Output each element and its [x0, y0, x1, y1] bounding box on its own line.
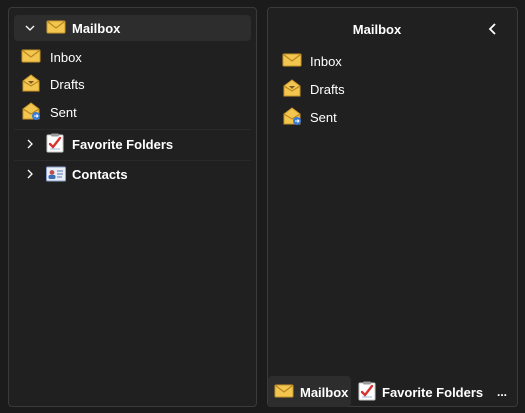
bottom-tab-mailbox[interactable]: Mailbox [268, 376, 351, 407]
pane-item-label: Drafts [310, 82, 345, 97]
envelope-icon [274, 383, 294, 399]
sent-envelope-icon [282, 106, 302, 126]
navigation-pane-panel: Mailbox Inbox Drafts Sent Mailbox Favori… [267, 7, 518, 407]
checklist-icon [46, 133, 64, 153]
contact-card-icon [46, 166, 66, 182]
nav-item-inbox[interactable]: Inbox [21, 45, 251, 69]
inbox-envelope-icon [21, 48, 41, 64]
divider [14, 129, 251, 130]
chevron-right-icon[interactable] [24, 168, 36, 180]
bottom-tab-favorite-folders[interactable]: Favorite Folders [352, 376, 483, 407]
nav-item-drafts[interactable]: Drafts [21, 72, 251, 96]
drafts-envelope-icon [282, 78, 302, 98]
nav-item-label: Sent [50, 105, 77, 120]
group-favorite-folders-header[interactable]: Favorite Folders [14, 131, 251, 157]
nav-item-label: Drafts [50, 77, 85, 92]
group-favorite-folders-label: Favorite Folders [72, 137, 174, 152]
pane-item-sent[interactable]: Sent [282, 105, 502, 129]
drafts-envelope-icon [21, 73, 41, 93]
bottom-tab-label: Favorite Folders [382, 385, 484, 400]
pane-item-label: Inbox [310, 54, 342, 69]
group-contacts-label: Contacts [72, 167, 128, 182]
nav-item-sent[interactable]: Sent [21, 100, 251, 124]
group-mailbox-header[interactable]: Mailbox [14, 15, 251, 41]
bottom-tab-label: Mailbox [300, 385, 349, 400]
inbox-envelope-icon [282, 52, 302, 68]
pane-item-drafts[interactable]: Drafts [282, 77, 502, 101]
checklist-icon [358, 381, 376, 401]
navigation-tree-panel: Mailbox Inbox Drafts Sent Favorite Folde… [8, 7, 257, 407]
bottom-tab-bar: Mailbox Favorite Folders ... [268, 376, 517, 408]
more-options-button[interactable]: ... [497, 385, 507, 399]
pane-title: Mailbox [352, 22, 402, 37]
group-mailbox-label: Mailbox [72, 21, 121, 36]
pane-item-inbox[interactable]: Inbox [282, 49, 502, 73]
sent-envelope-icon [21, 101, 41, 121]
chevron-down-icon[interactable] [24, 22, 36, 34]
envelope-icon [46, 19, 66, 35]
chevron-right-icon[interactable] [24, 138, 36, 150]
pane-item-label: Sent [310, 110, 337, 125]
group-contacts-header[interactable]: Contacts [14, 161, 251, 187]
chevron-left-icon[interactable] [486, 22, 500, 36]
nav-item-label: Inbox [50, 50, 82, 65]
